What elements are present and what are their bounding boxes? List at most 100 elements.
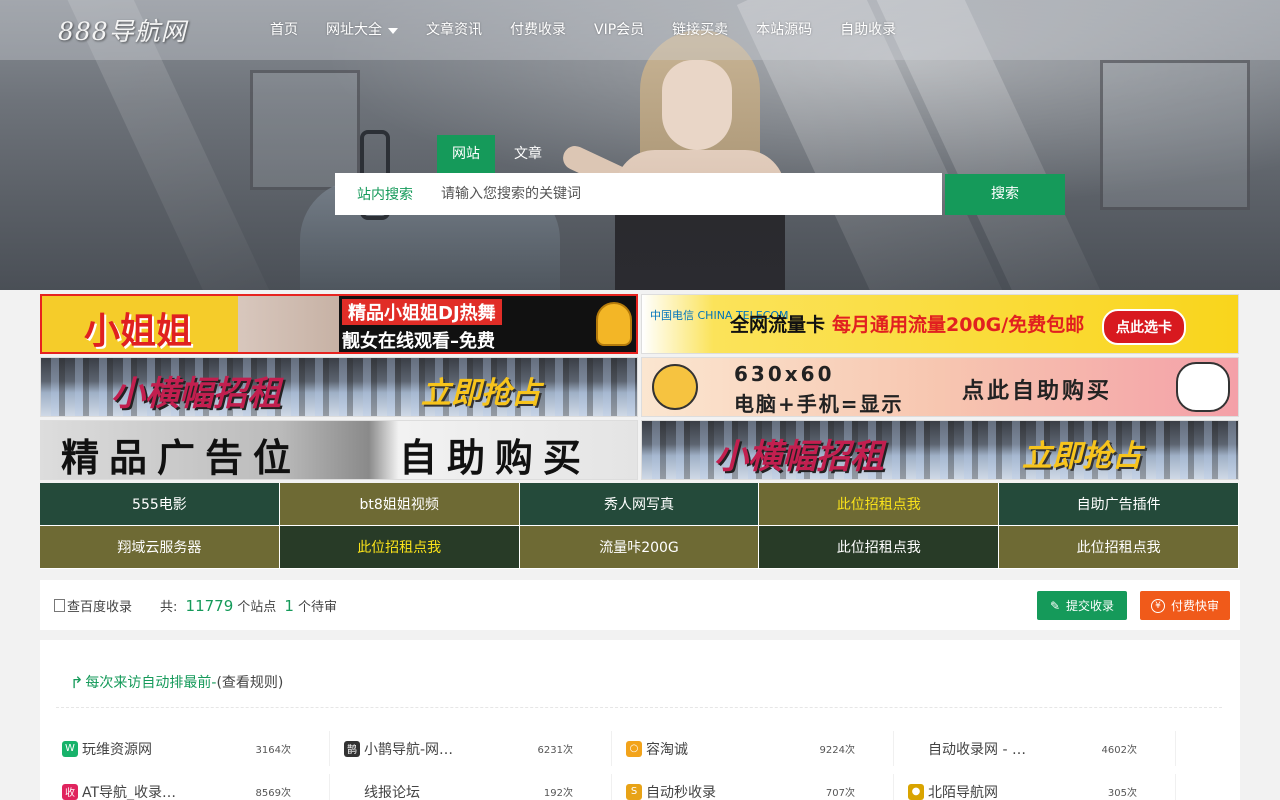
banner-text: 立即抢占: [1022, 439, 1142, 474]
search-button[interactable]: 搜索: [945, 174, 1065, 215]
blank-icon: [344, 784, 360, 800]
banner-text: 电脑+手机=显示: [734, 392, 904, 416]
site-name: 北陌导航网: [928, 784, 998, 800]
site-list-item[interactable]: 自动收录网 - … 4602次: [902, 731, 1176, 766]
site-name: 线报论坛: [364, 784, 420, 800]
site-list: W 玩维资源网 3164次 鹊小鹊导航-网… 6231次 ○ 容淘诚 9224次 自动收录网 -…: [56, 731, 1222, 800]
search-input[interactable]: [435, 174, 942, 214]
nav-item[interactable]: 链接买卖: [658, 0, 742, 60]
text-ad-link[interactable]: 流量咔200G: [519, 526, 760, 569]
site-list-item[interactable]: 收 AT导航_收录… 8569次: [56, 774, 330, 800]
banner-line: 靓女在线观看–免费: [342, 331, 495, 352]
window-shape: [1100, 60, 1250, 210]
banner-text: 小横幅招租: [714, 437, 884, 477]
divider: [56, 707, 1222, 708]
nav-item-label: 自助收录: [840, 22, 897, 38]
nav-item-label: 网址大全: [326, 22, 382, 38]
nav-item[interactable]: 本站源码: [742, 0, 826, 60]
ring-icon: ○: [626, 740, 642, 757]
site-name: 玩维资源网: [82, 741, 152, 758]
yen-icon: ¥: [1150, 598, 1165, 613]
site-hits: 9224次: [819, 745, 855, 756]
top-nav: 888导航网 首页 网址大全 文章资讯 付费收录 VIP会员 链接买卖 本站源码 自助收录: [0, 0, 1280, 60]
site-list-item[interactable]: ● 北陌导航网 305次: [902, 774, 1176, 800]
text-ad-link[interactable]: 自助广告插件: [999, 483, 1239, 526]
banner-ad-self-buy[interactable]: 630x60 电脑+手机=显示 点此自助购买: [641, 357, 1239, 417]
site-list-item[interactable]: S 自动秒收录 707次: [620, 774, 894, 800]
banner-ad-telecom[interactable]: 中国电信 CHINA TELECOM 全网流量卡 每月通用流量200G/免费包邮…: [641, 294, 1239, 354]
text-ad-link[interactable]: bt8姐姐视频: [279, 483, 520, 526]
tab-article[interactable]: 文章: [499, 135, 557, 173]
site-count-number: 11779: [185, 597, 234, 615]
site-list-item[interactable]: ○ 容淘诚 9224次: [620, 731, 894, 766]
nav-item-label: 本站源码: [756, 22, 813, 38]
window-shape: [250, 70, 360, 190]
caret-down-icon: [388, 28, 398, 34]
site-hits: 305次: [1107, 788, 1137, 799]
tab-website[interactable]: 网站: [437, 135, 495, 173]
nav-item[interactable]: 网址大全: [312, 0, 412, 60]
nav-item[interactable]: 自助收录: [826, 0, 910, 60]
choose-card-button[interactable]: 点此选卡: [1102, 309, 1186, 345]
site-logo[interactable]: 888导航网: [58, 12, 187, 48]
figure-body: [615, 150, 785, 290]
submit-site-button[interactable]: ✎ 提交收录: [1037, 591, 1127, 620]
site-list-item[interactable]: W 玩维资源网 3164次: [56, 731, 330, 766]
text-ad-link[interactable]: 此位招租点我: [999, 526, 1239, 569]
text-ad-link[interactable]: 此位招租点我: [279, 526, 520, 569]
shou-icon: 收: [62, 783, 78, 800]
nav-item[interactable]: 文章资讯: [412, 0, 496, 60]
baidu-check-toggle[interactable]: 查百度收录: [54, 596, 132, 615]
paid-review-label: 付费快审: [1170, 599, 1219, 613]
count-prefix: 共:: [160, 600, 178, 615]
banner-text: 小横幅招租: [111, 374, 281, 414]
banner-text: 精品广告位: [61, 435, 302, 480]
banner-ad-premium[interactable]: 精品广告位 自助购买: [40, 420, 638, 480]
text-ad-link[interactable]: 翔域云服务器: [40, 526, 280, 569]
site-list-item[interactable]: 鹊小鹊导航-网… 6231次: [338, 731, 612, 766]
submit-site-label: 提交收录: [1066, 599, 1115, 613]
site-list-item[interactable]: 线报论坛 192次: [338, 774, 612, 800]
site-name: 自动秒收录: [646, 784, 716, 800]
site-name: 自动收录网 - …: [928, 741, 1026, 758]
paid-review-button[interactable]: ¥ 付费快审: [1140, 591, 1230, 620]
nav-item[interactable]: 首页: [256, 0, 312, 60]
text-ad-grid: 555电影 bt8姐姐视频 秀人网写真 此位招租点我 自助广告插件 翔域云服务器 此位招租点…: [40, 483, 1239, 569]
search-tabs: 网站 文章: [437, 135, 561, 173]
banner-text: 全网流量卡: [730, 314, 826, 336]
banner-text: 自助购买: [399, 435, 592, 480]
site-count: 共: 11779 个站点 1 个待审: [160, 596, 337, 615]
banner-line: 精品小姐姐DJ热舞: [342, 299, 502, 325]
panel-title-text: 每次来访自动排最前-: [85, 675, 217, 691]
site-hits: 707次: [825, 788, 855, 799]
banner-ad-dj-dance[interactable]: 小姐姐 精品小姐姐DJ热舞 靓女在线观看–免费: [40, 294, 638, 354]
nav-item[interactable]: VIP会员: [580, 0, 658, 60]
panel-title: ↱ 每次来访自动排最前- (查看规则): [70, 672, 283, 692]
site-hits: 192次: [543, 788, 573, 799]
view-rules-link[interactable]: (查看规则): [216, 672, 283, 692]
magpie-icon: 鹊: [344, 740, 360, 757]
text-ad-link[interactable]: 秀人网写真: [519, 483, 760, 526]
cartoon-face-icon: [652, 364, 698, 410]
text-ad-link[interactable]: 555电影: [40, 483, 280, 526]
banner-ad-rent[interactable]: 小横幅招租 立即抢占: [40, 357, 638, 417]
nav-item-label: 首页: [270, 22, 298, 38]
pending-count-unit: 个待审: [297, 600, 337, 615]
nav-item-label: 文章资讯: [426, 22, 482, 38]
pencil-icon: ✎: [1049, 598, 1061, 613]
site-hits: 4602次: [1101, 745, 1137, 756]
w-icon: W: [62, 740, 78, 757]
site-hits: 8569次: [255, 788, 291, 799]
search-scope-label[interactable]: 站内搜索: [335, 184, 435, 204]
site-count-unit: 个站点: [237, 600, 277, 615]
site-name: 容淘诚: [646, 741, 688, 758]
nav-item-label: 付费收录: [510, 22, 566, 38]
cat-mascot-icon: [1176, 362, 1230, 412]
baidu-check-label: 查百度收录: [67, 600, 133, 615]
banner-ad-rent[interactable]: 小横幅招租 立即抢占: [641, 420, 1239, 480]
text-ad-link[interactable]: 此位招租点我: [759, 483, 1000, 526]
pending-count-number: 1: [284, 597, 294, 615]
text-ad-link[interactable]: 此位招租点我: [759, 526, 1000, 569]
banner-text: 点此自助购买: [962, 379, 1113, 404]
nav-item[interactable]: 付费收录: [496, 0, 580, 60]
